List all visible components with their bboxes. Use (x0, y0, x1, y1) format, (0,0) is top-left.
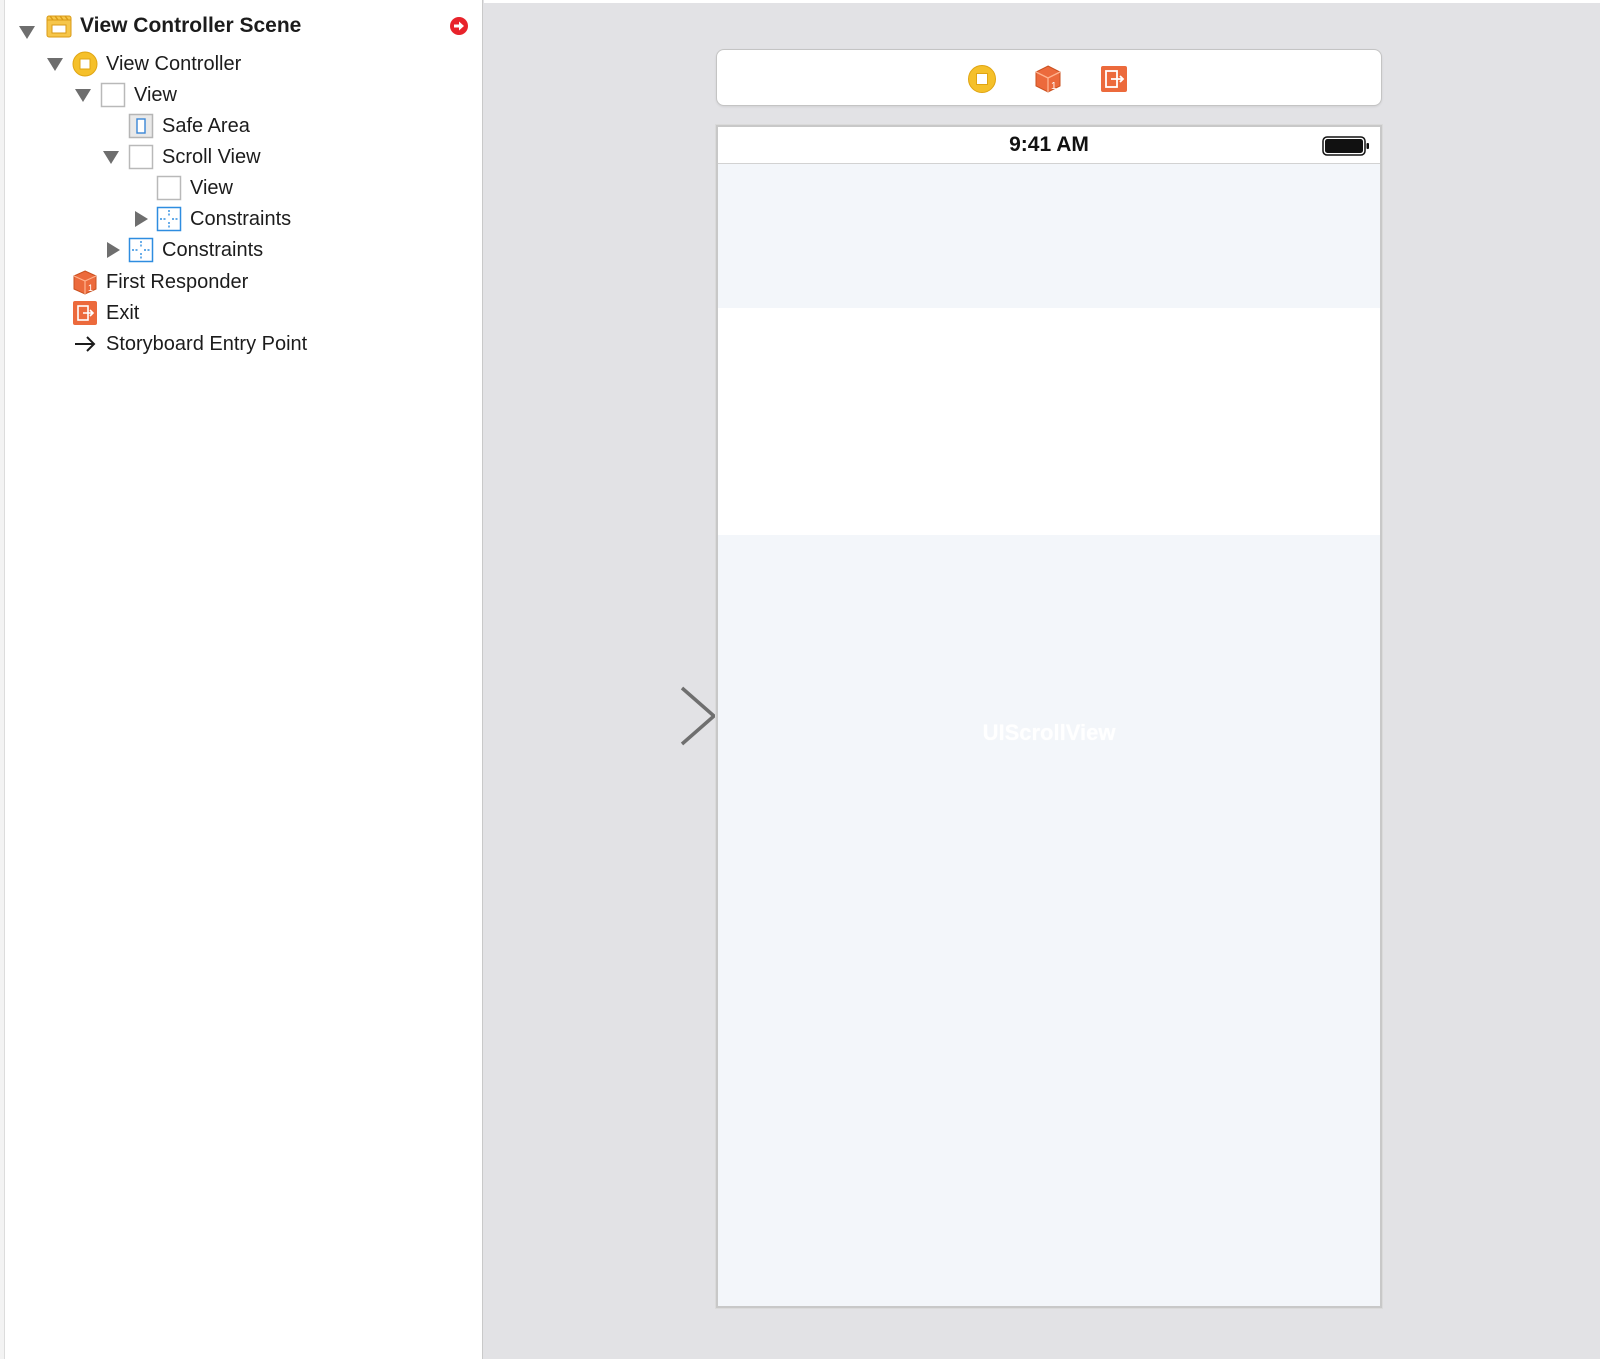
outline-item-label: Safe Area (162, 114, 250, 137)
first-responder-icon[interactable]: 1 (1033, 64, 1063, 94)
disclosure-expanded-icon[interactable] (18, 23, 36, 41)
scene-dock[interactable]: 1 (716, 49, 1382, 106)
first-responder-icon: 1 (72, 269, 98, 295)
outline-item-label: View (190, 176, 233, 199)
constraints-icon (156, 206, 182, 232)
view-icon (156, 175, 182, 201)
outline-item-constraints-inner[interactable]: Constraints (132, 204, 291, 234)
disclosure-expanded-icon[interactable] (46, 55, 64, 73)
disclosure-expanded-icon[interactable] (102, 148, 120, 166)
view-controller-frame[interactable]: 9:41 AM UIScrollView (716, 125, 1382, 1308)
scene-icon (46, 13, 72, 39)
storyboard-canvas[interactable]: 1 9:41 AM UIScrollView (484, 0, 1600, 1359)
svg-text:1: 1 (1051, 81, 1057, 92)
content-view[interactable] (718, 308, 1380, 535)
canvas-top-divider (484, 0, 1600, 3)
warning-arrow-icon[interactable] (449, 16, 469, 36)
exit-icon (72, 300, 98, 326)
outline-item-label: Storyboard Entry Point (106, 332, 308, 355)
safe-area-icon (128, 113, 154, 139)
outline-left-edge (0, 0, 5, 1359)
scroll-view-placeholder-label: UIScrollView (982, 720, 1116, 745)
disclosure-collapsed-icon[interactable] (132, 210, 150, 228)
outline-item-label: View Controller (106, 52, 242, 75)
storyboard-entry-arrow[interactable] (540, 684, 720, 748)
outline-item-view-controller[interactable]: View Controller (46, 49, 241, 79)
scroll-view-icon (128, 144, 154, 170)
status-bar: 9:41 AM (718, 127, 1380, 164)
outline-item-label: First Responder (106, 270, 249, 293)
outline-item-storyboard-entry-point[interactable]: Storyboard Entry Point (72, 329, 307, 359)
outline-item-label: Exit (106, 301, 140, 324)
constraints-icon (128, 237, 154, 263)
view-controller-icon (72, 51, 98, 77)
outline-item-first-responder[interactable]: 1 First Responder (72, 267, 248, 297)
outline-scene-row[interactable]: View Controller Scene (18, 11, 301, 41)
outline-item-label: Constraints (162, 238, 264, 261)
document-outline: View Controller Scene View Controller Vi… (0, 0, 483, 1359)
disclosure-expanded-icon[interactable] (74, 86, 92, 104)
outline-item-scroll-view[interactable]: Scroll View (102, 142, 261, 172)
outline-item-safe-area[interactable]: Safe Area (128, 111, 250, 141)
outline-item-constraints-outer[interactable]: Constraints (104, 235, 263, 265)
outline-item-exit[interactable]: Exit (72, 298, 139, 328)
outline-item-view[interactable]: View (74, 80, 177, 110)
outline-item-label: Constraints (190, 207, 292, 230)
outline-item-label: Scroll View (162, 145, 261, 168)
view-controller-icon[interactable] (967, 64, 997, 94)
svg-text:1: 1 (88, 283, 93, 293)
exit-icon[interactable] (1099, 64, 1129, 94)
battery-icon (1322, 136, 1370, 156)
disclosure-collapsed-icon[interactable] (104, 241, 122, 259)
outline-item-label: View (134, 83, 177, 106)
view-icon (100, 82, 126, 108)
status-time: 9:41 AM (1009, 133, 1089, 156)
arrow-right-icon (72, 331, 98, 357)
scene-title: View Controller Scene (80, 14, 302, 37)
outline-item-content-view[interactable]: View (156, 173, 233, 203)
